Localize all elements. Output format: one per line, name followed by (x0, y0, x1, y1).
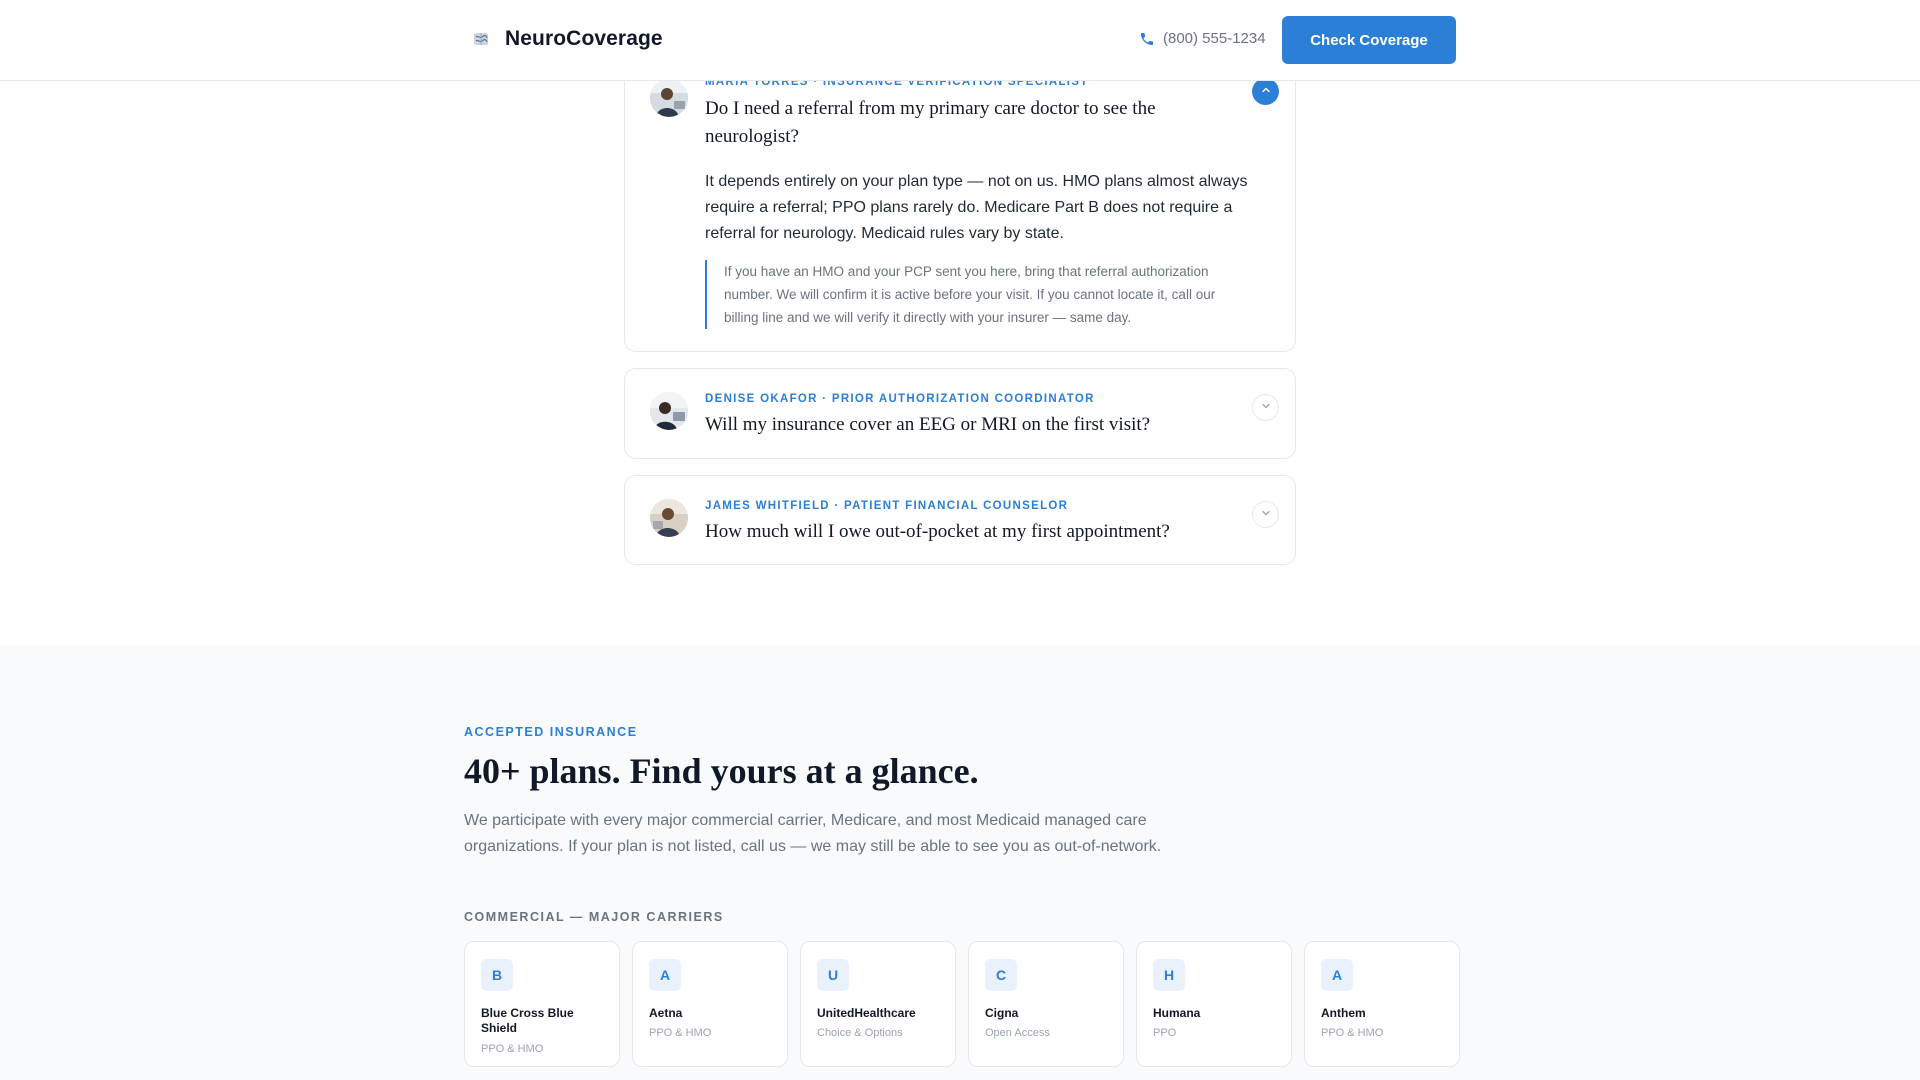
carrier-initial-badge: U (817, 959, 849, 991)
faq-question[interactable]: Will my insurance cover an EEG or MRI on… (705, 411, 1245, 439)
carrier-name: Blue Cross Blue Shield (481, 1006, 574, 1035)
carrier-name: Anthem (1321, 1006, 1366, 1020)
faq-answer-note: If you have an HMO and your PCP sent you… (705, 260, 1250, 329)
faq-question[interactable]: Do I need a referral from my primary car… (705, 95, 1165, 151)
collapse-toggle[interactable] (1252, 78, 1279, 105)
expand-toggle[interactable] (1252, 394, 1279, 421)
carrier-plan-type: PPO & HMO (649, 1027, 712, 1039)
carrier-card-anthem[interactable]: A Anthem PPO & HMO (1304, 941, 1460, 1067)
carrier-initial-badge: H (1153, 959, 1185, 991)
faq-item-out-of-pocket[interactable]: JAMES WHITFIELD · PATIENT FINANCIAL COUN… (624, 475, 1296, 565)
carrier-card-cigna[interactable]: C Cigna Open Access (968, 941, 1124, 1067)
carrier-group-heading: COMMERCIAL — MAJOR CARRIERS (464, 910, 724, 924)
carrier-plan-type: Choice & Options (817, 1027, 903, 1039)
site-header: NeuroCoverage (800) 555-1234 Check Cover… (0, 0, 1920, 81)
carrier-plan-type: PPO & HMO (481, 1043, 544, 1055)
carrier-name: Cigna (985, 1006, 1019, 1020)
faq-author-role: DENISE OKAFOR · PRIOR AUTHORIZATION COOR… (705, 393, 1095, 405)
faq-answer: It depends entirely on your plan type — … (705, 173, 1248, 242)
expand-toggle[interactable] (1252, 501, 1279, 528)
chevron-up-icon (1260, 83, 1272, 101)
carrier-list: B Blue Cross Blue Shield PPO & HMO A Aet… (464, 941, 1460, 1067)
carrier-initial-badge: B (481, 959, 513, 991)
section-description: We participate with every major commerci… (464, 812, 1162, 855)
section-eyebrow: ACCEPTED INSURANCE (464, 725, 638, 739)
carrier-plan-type: PPO (1153, 1027, 1177, 1039)
carrier-name: Humana (1153, 1006, 1201, 1020)
carrier-initial-badge: C (985, 959, 1017, 991)
carrier-initial-badge: A (1321, 959, 1353, 991)
carrier-plan-type: Open Access (985, 1027, 1050, 1039)
avatar (650, 499, 688, 537)
avatar (650, 392, 688, 430)
faq-item-eeg-mri[interactable]: DENISE OKAFOR · PRIOR AUTHORIZATION COOR… (624, 368, 1296, 459)
carrier-plan-type: PPO & HMO (1321, 1027, 1384, 1039)
carrier-card-unitedhealthcare[interactable]: U UnitedHealthcare Choice & Options (800, 941, 956, 1067)
chevron-down-icon (1260, 399, 1272, 417)
phone-icon (1139, 31, 1155, 47)
carrier-initial-badge: A (649, 959, 681, 991)
check-coverage-button[interactable]: Check Coverage (1282, 16, 1456, 64)
brain-icon (471, 29, 491, 49)
carrier-card-humana[interactable]: H Humana PPO (1136, 941, 1292, 1067)
faq-author-role: JAMES WHITFIELD · PATIENT FINANCIAL COUN… (705, 500, 1069, 512)
phone-link[interactable]: (800) 555-1234 (1139, 30, 1266, 47)
faq-question[interactable]: How much will I owe out-of-pocket at my … (705, 518, 1245, 546)
carrier-name: Aetna (649, 1006, 683, 1020)
chevron-down-icon (1260, 506, 1272, 524)
accepted-insurance-section: ACCEPTED INSURANCE 40+ plans. Find yours… (0, 645, 1920, 1080)
carrier-card-blue-cross-blue-shield[interactable]: B Blue Cross Blue Shield PPO & HMO (464, 941, 620, 1067)
avatar (650, 79, 688, 117)
phone-number: (800) 555-1234 (1163, 30, 1266, 47)
carrier-card-aetna[interactable]: A Aetna PPO & HMO (632, 941, 788, 1067)
brand-name: NeuroCoverage (505, 27, 663, 50)
section-title: 40+ plans. Find yours at a glance. (464, 751, 979, 791)
carrier-name: UnitedHealthcare (817, 1006, 916, 1020)
brand-logo-link[interactable]: NeuroCoverage (471, 27, 663, 51)
